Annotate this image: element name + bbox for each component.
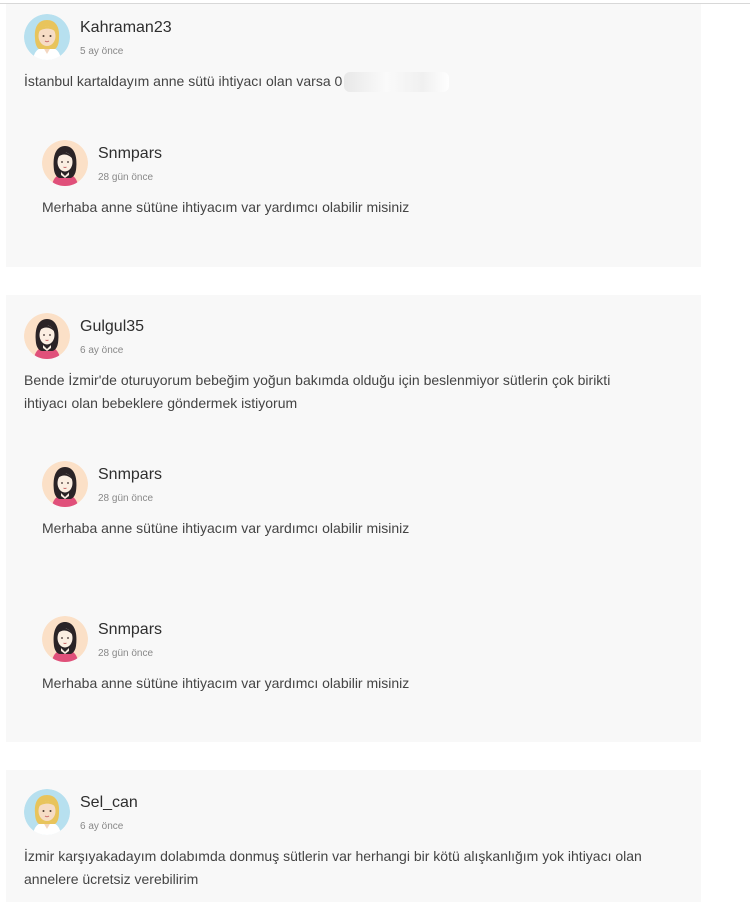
reply-text: Merhaba anne sütüne ihtiyacım var yardım…	[42, 675, 410, 691]
comment-timestamp: 6 ay önce	[80, 821, 124, 832]
comment-timestamp: 6 ay önce	[80, 345, 124, 356]
reply-text: Merhaba anne sütüne ihtiyacım var yardım…	[42, 520, 410, 536]
dark-hair-avatar-icon[interactable]	[24, 313, 70, 359]
comment-username[interactable]: Sel_can	[80, 794, 138, 812]
redacted-phone	[344, 72, 450, 93]
reply-timestamp: 28 gün önce	[98, 172, 154, 183]
blonde-avatar-icon[interactable]	[24, 789, 70, 835]
comment-card: Sel_can 6 ay önce İzmir karşıyakadayım d…	[6, 770, 701, 902]
dark-hair-avatar-icon[interactable]	[42, 461, 88, 507]
reply-timestamp: 28 gün önce	[98, 493, 154, 504]
dark-hair-avatar-icon[interactable]	[42, 140, 88, 186]
comment-text-line: İzmir karşıyakadayım dolabımda donmuş sü…	[24, 848, 642, 864]
comment-text-line: Bende İzmir'de oturuyorum bebeğim yoğun …	[24, 372, 611, 388]
reply-username[interactable]: Snmpars	[98, 621, 162, 639]
comment-username[interactable]: Kahraman23	[80, 19, 172, 37]
comment-text-line: İstanbul kartaldayım anne sütü ihtiyacı …	[24, 73, 343, 89]
comment-card: Gulgul35 6 ay önce Bende İzmir'de oturuy…	[6, 295, 701, 742]
comment-text: İstanbul kartaldayım anne sütü ihtiyacı …	[24, 70, 450, 93]
blonde-avatar-icon[interactable]	[24, 14, 70, 60]
comment-timestamp: 5 ay önce	[80, 46, 124, 57]
reply-timestamp: 28 gün önce	[98, 648, 154, 659]
comment-username[interactable]: Gulgul35	[80, 318, 144, 336]
comment-card: Kahraman23 5 ay önce İstanbul kartaldayı…	[6, 4, 701, 267]
comment-text-line: annelere ücretsiz verebilirim	[24, 871, 199, 887]
comment-text-line: ihtiyacı olan bebeklere göndermek istiyo…	[24, 395, 298, 411]
reply-text: Merhaba anne sütüne ihtiyacım var yardım…	[42, 199, 410, 215]
reply-username[interactable]: Snmpars	[98, 466, 162, 484]
reply-username[interactable]: Snmpars	[98, 145, 162, 163]
dark-hair-avatar-icon[interactable]	[42, 616, 88, 662]
